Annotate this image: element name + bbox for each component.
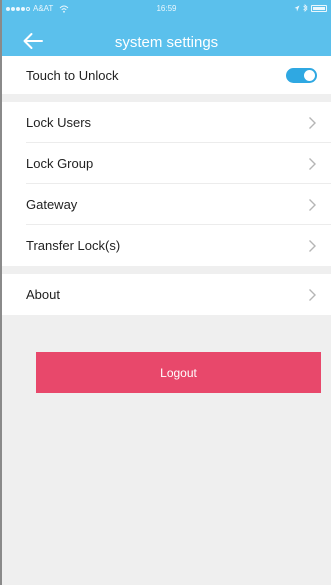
chevron-right-icon [309,239,316,252]
status-right [294,4,327,12]
battery-icon [311,4,327,12]
lock-group-row[interactable]: Lock Group [2,143,331,184]
toggle-knob [304,69,315,81]
transfer-locks-row[interactable]: Transfer Lock(s) [2,225,331,266]
gateway-row[interactable]: Gateway [2,184,331,225]
page-title: system settings [114,34,219,51]
chevron-right-icon [309,116,316,129]
about-label: About [26,287,60,302]
phone-screen: A&AT 16:59 system settings Touch to Unlo… [0,0,331,585]
touch-to-unlock-toggle[interactable] [286,67,317,83]
about-row[interactable]: About [2,274,331,315]
app-header: A&AT 16:59 system settings [2,0,331,56]
transfer-locks-label: Transfer Lock(s) [26,238,121,253]
gateway-label: Gateway [26,197,78,212]
chevron-right-icon [309,157,316,170]
bluetooth-icon [303,4,308,12]
chevron-right-icon [309,288,316,301]
logout-button[interactable]: Logout [36,352,321,393]
chevron-right-icon [309,198,316,211]
touch-to-unlock-row: Touch to Unlock [2,56,331,94]
status-bar: A&AT 16:59 [2,0,331,18]
location-icon [294,5,300,11]
lock-group-label: Lock Group [26,156,94,171]
touch-to-unlock-label: Touch to Unlock [26,67,119,83]
lock-users-label: Lock Users [26,115,92,130]
status-time: 16:59 [156,4,177,13]
lock-users-row[interactable]: Lock Users [2,102,331,143]
